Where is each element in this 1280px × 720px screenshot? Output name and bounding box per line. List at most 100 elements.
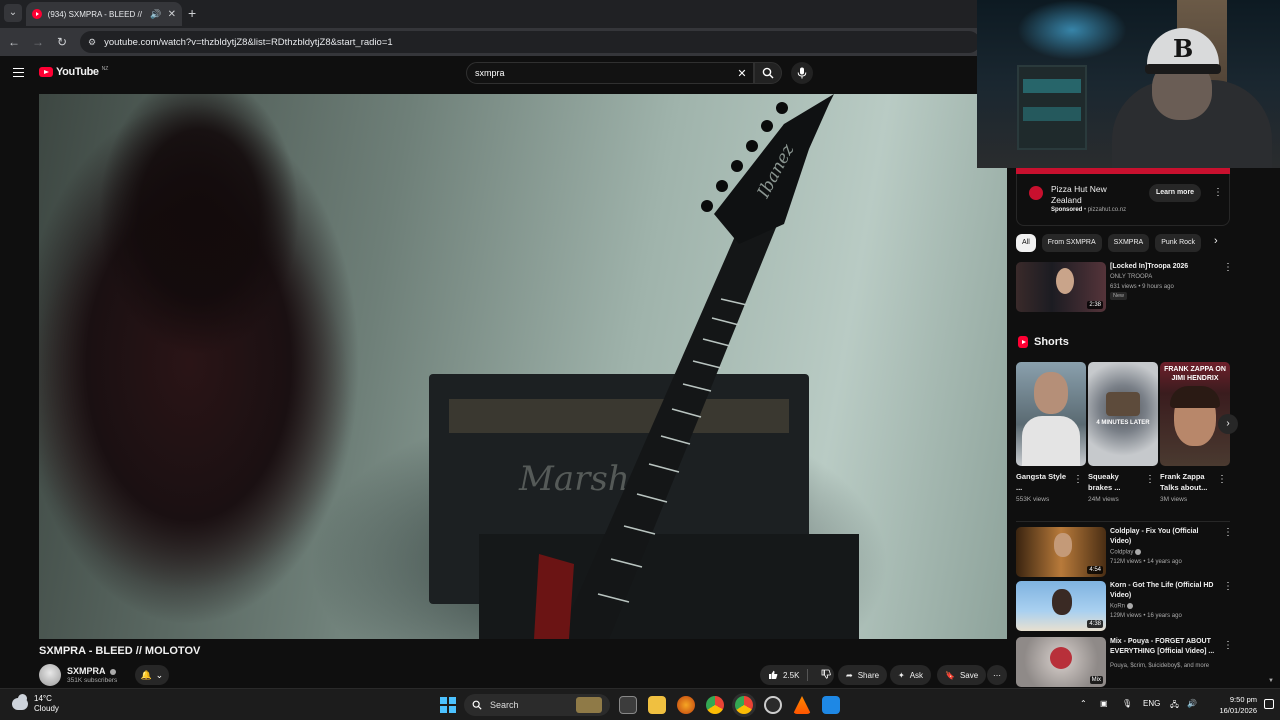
chip-punk-rock[interactable]: Punk Rock xyxy=(1155,234,1202,252)
chrome-icon[interactable] xyxy=(706,696,724,714)
vlc-icon[interactable] xyxy=(793,696,811,714)
short-item[interactable]: Gangsta Style ... 553K views ⋮ xyxy=(1016,362,1086,503)
channel-name[interactable]: Pouya, $crim, $uicideboy$, and more xyxy=(1110,663,1209,669)
more-vertical-icon[interactable]: ⋮ xyxy=(1213,188,1223,198)
bell-icon: 🔔 xyxy=(140,669,153,680)
search-button[interactable] xyxy=(754,62,782,84)
weather-widget[interactable]: 14°C Cloudy xyxy=(12,694,59,714)
more-vertical-icon[interactable]: ⋮ xyxy=(1223,582,1233,592)
search-input[interactable]: sxmpra ✕ xyxy=(466,62,754,84)
network-icon[interactable]: 🖧 xyxy=(1170,699,1179,713)
ad-title: Pizza Hut New Zealand xyxy=(1051,184,1107,205)
shorts-heading-text: Shorts xyxy=(1034,336,1069,348)
ad-domain: pizzahut.co.nz xyxy=(1087,207,1127,213)
scroll-down-arrow-icon[interactable]: ▼ xyxy=(1268,678,1274,684)
plus-icon[interactable]: + xyxy=(188,5,196,21)
language-indicator[interactable]: ENG xyxy=(1143,699,1160,708)
short-thumbnail[interactable] xyxy=(1016,362,1086,466)
thumbs-up-icon xyxy=(769,670,778,679)
microphone-icon[interactable]: 🎙 xyxy=(1122,699,1132,708)
chevron-down-icon[interactable]: ⌄ xyxy=(4,4,22,22)
shelf xyxy=(1017,65,1087,150)
more-actions-button[interactable]: ⋯ xyxy=(987,665,1007,685)
share-button[interactable]: ➦ Share xyxy=(838,665,888,685)
video-title[interactable]: Mix - Pouya - FORGET ABOUT EVERYTHING [O… xyxy=(1110,637,1218,657)
browser-tab[interactable]: (934) SXMPRA - BLEED // M 🔊 ✕ xyxy=(26,2,182,26)
chevron-right-icon[interactable]: › xyxy=(1214,235,1218,247)
back-arrow-icon[interactable]: ← xyxy=(6,34,22,50)
more-vertical-icon[interactable]: ⋮ xyxy=(1145,475,1155,485)
more-vertical-icon[interactable]: ⋮ xyxy=(1217,475,1227,485)
save-label: Save xyxy=(959,670,979,680)
taskbar-search[interactable]: Search xyxy=(464,694,610,716)
forward-arrow-icon[interactable]: → xyxy=(30,34,46,50)
reload-icon[interactable]: ↻ xyxy=(54,34,70,50)
hamburger-menu-icon[interactable] xyxy=(13,68,24,77)
video-player[interactable]: Marshall Ibanez xyxy=(39,94,1007,639)
address-bar[interactable]: ⚙ youtube.com/watch?v=thzbldytjZ8&list=R… xyxy=(80,31,980,53)
short-title[interactable]: Gangsta Style ... xyxy=(1016,471,1072,493)
channel-name[interactable]: Coldplay xyxy=(1110,549,1142,556)
short-thumbnail[interactable]: 4 MINUTES LATER xyxy=(1088,362,1158,466)
ask-button[interactable]: ✦ Ask xyxy=(890,665,932,685)
chip-from-sxmpra[interactable]: From SXMPRA xyxy=(1041,234,1102,252)
channel-name[interactable]: KoRn xyxy=(1110,603,1134,610)
video-duration: 2:38 xyxy=(1087,301,1103,309)
video-duration: 4:38 xyxy=(1087,620,1103,628)
learn-more-button[interactable]: Learn more xyxy=(1149,184,1201,202)
chevron-up-icon[interactable]: ⌃ xyxy=(1080,699,1087,708)
channel-name[interactable]: SXMPRA xyxy=(67,666,116,676)
sponsored-label: Sponsored xyxy=(1051,207,1083,213)
video-title[interactable]: Coldplay - Fix You (Official Video) xyxy=(1110,527,1218,547)
short-item[interactable]: 4 MINUTES LATER Squeaky brakes ... 24M v… xyxy=(1088,362,1158,503)
speaker-icon[interactable]: 🔊 xyxy=(150,9,161,20)
voice-search-button[interactable] xyxy=(791,62,813,84)
list-item[interactable]: 4:38 Korn - Got The Life (Official HD Vi… xyxy=(1016,581,1233,631)
app-tray-icon[interactable]: ▣ xyxy=(1100,699,1108,708)
more-vertical-icon[interactable]: ⋮ xyxy=(1073,475,1083,485)
more-vertical-icon[interactable]: ⋮ xyxy=(1223,528,1233,538)
save-button[interactable]: 🔖 Save xyxy=(937,665,987,685)
windows-start-icon[interactable] xyxy=(440,697,456,713)
channel-avatar[interactable] xyxy=(39,664,61,686)
shorts-next-button[interactable]: › xyxy=(1218,414,1238,434)
chrome-active-icon[interactable] xyxy=(735,696,753,714)
video-thumbnail[interactable]: 4:38 xyxy=(1016,581,1106,631)
dislike-button[interactable] xyxy=(813,669,839,681)
ad-card[interactable]: Pizza Hut New Zealand Sponsored • pizzah… xyxy=(1016,174,1230,226)
like-button[interactable]: 2.5K xyxy=(760,669,809,681)
video-title[interactable]: Korn - Got The Life (Official HD Video) xyxy=(1110,581,1218,601)
short-thumbnail[interactable]: FRANK ZAPPA ON JIMI HENDRIX xyxy=(1160,362,1230,466)
chip-all[interactable]: All xyxy=(1016,234,1036,252)
obs-icon[interactable] xyxy=(764,696,782,714)
more-vertical-icon[interactable]: ⋮ xyxy=(1223,641,1233,651)
task-view-icon[interactable] xyxy=(619,696,637,714)
chip-sxmpra[interactable]: SXMPRA xyxy=(1107,234,1150,252)
volume-icon[interactable]: 🔊 xyxy=(1187,699,1197,708)
notification-center-icon[interactable] xyxy=(1264,699,1274,709)
more-vertical-icon[interactable]: ⋮ xyxy=(1223,263,1233,273)
clear-search-icon[interactable]: ✕ xyxy=(731,67,753,80)
notification-bell-button[interactable]: 🔔 ⌄ xyxy=(135,665,169,685)
list-item[interactable]: 4:54 Coldplay - Fix You (Official Video)… xyxy=(1016,527,1233,577)
close-tab-icon[interactable]: ✕ xyxy=(168,9,176,20)
windows-taskbar: 14°C Cloudy Search ⌃ ▣ 🎙 ENG 🖧 🔊 9:50 pm… xyxy=(0,688,1280,720)
short-title[interactable]: Frank Zappa Talks about... xyxy=(1160,471,1216,493)
site-info-icon[interactable]: ⚙ xyxy=(88,37,96,48)
video-title[interactable]: [Locked In]Troopa 2026 xyxy=(1110,262,1218,272)
system-clock[interactable]: 9:50 pm 16/01/2026 xyxy=(1207,694,1257,716)
youtube-logo[interactable]: YouTube NZ xyxy=(39,66,108,78)
country-code: NZ xyxy=(101,66,109,72)
channel-name[interactable]: ONLY TROOPA xyxy=(1110,274,1152,280)
video-thumbnail[interactable]: Mix xyxy=(1016,637,1106,687)
brave-browser-icon[interactable] xyxy=(677,696,695,714)
short-item[interactable]: FRANK ZAPPA ON JIMI HENDRIX Frank Zappa … xyxy=(1160,362,1230,503)
file-explorer-icon[interactable] xyxy=(648,696,666,714)
list-item[interactable]: Mix Mix - Pouya - FORGET ABOUT EVERYTHIN… xyxy=(1016,637,1233,687)
app-icon[interactable] xyxy=(822,696,840,714)
short-title[interactable]: Squeaky brakes ... xyxy=(1088,471,1144,493)
list-item[interactable]: 2:38 [Locked In]Troopa 2026 ONLY TROOPA … xyxy=(1016,262,1233,312)
taskbar-search-label: Search xyxy=(490,700,519,710)
video-thumbnail[interactable]: 4:54 xyxy=(1016,527,1106,577)
video-thumbnail[interactable]: 2:38 xyxy=(1016,262,1106,312)
